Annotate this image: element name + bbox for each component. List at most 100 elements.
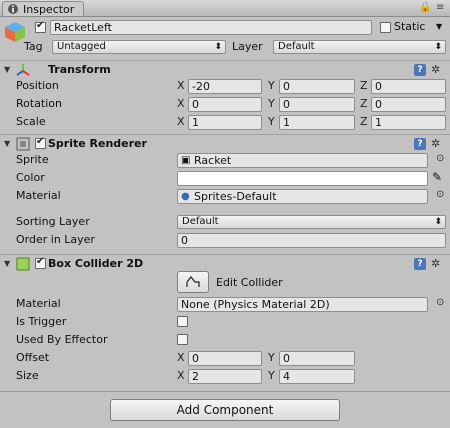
material-field[interactable]: ● Sprites-Default xyxy=(177,189,428,204)
component-title: Sprite Renderer xyxy=(48,137,147,150)
object-picker-icon[interactable]: ⊙ xyxy=(436,153,444,164)
tag-value: Untagged xyxy=(57,41,106,52)
transform-header[interactable]: ▼ Transform ? ✲ xyxy=(0,60,450,79)
gameobject-header: RacketLeft Static ▼ Tag Untagged ⬍ Layer… xyxy=(0,17,450,59)
order-in-layer-field[interactable]: 0 xyxy=(177,233,446,248)
chevron-icon: ⬍ xyxy=(434,217,442,227)
box-collider-header[interactable]: ▼ Box Collider 2D ? ✲ xyxy=(0,254,450,273)
size-x-field[interactable]: 2 xyxy=(188,369,262,384)
object-picker-icon[interactable]: ⊙ xyxy=(436,189,444,200)
divider xyxy=(0,391,450,392)
chevron-icon: ⬍ xyxy=(214,42,222,52)
layer-value: Default xyxy=(278,41,315,52)
axis-y-label: Y xyxy=(268,97,275,110)
sorting-layer-label: Sorting Layer xyxy=(16,215,90,228)
gear-icon[interactable]: ✲ xyxy=(431,257,440,270)
layer-dropdown[interactable]: Default ⬍ xyxy=(273,40,446,54)
tab-inspector[interactable]: Inspector xyxy=(2,1,84,16)
axis-z-label: Z xyxy=(360,115,368,128)
menu-icon[interactable]: ≡ xyxy=(436,2,444,13)
add-component-button[interactable]: Add Component xyxy=(110,399,340,421)
foldout-arrow-icon[interactable]: ▼ xyxy=(4,65,10,74)
material-value: Sprites-Default xyxy=(194,190,277,203)
sorting-layer-dropdown[interactable]: Default ⬍ xyxy=(177,215,446,229)
used-by-effector-checkbox[interactable] xyxy=(177,334,188,345)
position-y-field[interactable]: 0 xyxy=(279,79,355,94)
component-title: Transform xyxy=(48,63,111,76)
foldout-arrow-icon[interactable]: ▼ xyxy=(4,259,10,268)
size-y-field[interactable]: 4 xyxy=(279,369,355,384)
offset-y-field[interactable]: 0 xyxy=(279,351,355,366)
axis-y-label: Y xyxy=(268,79,275,92)
axis-x-label: X xyxy=(177,351,185,364)
help-icon[interactable]: ? xyxy=(414,258,426,270)
transform-icon xyxy=(16,64,30,76)
axis-z-label: Z xyxy=(360,79,368,92)
material-label: Material xyxy=(16,189,61,202)
info-icon xyxy=(8,4,18,14)
axis-y-label: Y xyxy=(268,351,275,364)
offset-label: Offset xyxy=(16,351,50,364)
used-by-effector-label: Used By Effector xyxy=(16,333,108,346)
sprite-renderer-header[interactable]: ▼ Sprite Renderer ? ✲ xyxy=(0,134,450,153)
sprite-value: Racket xyxy=(194,154,232,167)
offset-x-field[interactable]: 0 xyxy=(188,351,262,366)
sprite-asset-icon: ▣ xyxy=(181,155,191,166)
sorting-layer-value: Default xyxy=(182,216,219,227)
gear-icon[interactable]: ✲ xyxy=(431,137,440,150)
inspector-titlebar: Inspector 🔒 ≡ xyxy=(0,0,450,17)
tag-dropdown[interactable]: Untagged ⬍ xyxy=(52,40,226,54)
rotation-label: Rotation xyxy=(16,97,63,110)
static-label: Static xyxy=(394,20,426,33)
box-collider-enabled-checkbox[interactable] xyxy=(35,256,46,269)
sprite-label: Sprite xyxy=(16,153,49,166)
size-label: Size xyxy=(16,369,39,382)
edit-collider-button[interactable] xyxy=(177,271,209,293)
is-trigger-checkbox[interactable] xyxy=(177,316,188,327)
color-label: Color xyxy=(16,171,45,184)
edit-collider-label: Edit Collider xyxy=(216,276,283,289)
sprite-renderer-enabled-checkbox[interactable] xyxy=(35,136,46,149)
help-icon[interactable]: ? xyxy=(414,138,426,150)
name-field[interactable]: RacketLeft xyxy=(50,20,372,35)
axis-x-label: X xyxy=(177,97,185,110)
component-title: Box Collider 2D xyxy=(48,257,144,270)
sprite-renderer-icon xyxy=(16,137,30,151)
box-collider-icon xyxy=(16,257,30,271)
color-field[interactable] xyxy=(177,171,428,186)
scale-z-field[interactable]: 1 xyxy=(371,115,446,130)
material-asset-icon: ● xyxy=(181,191,190,202)
collider-material-label: Material xyxy=(16,297,61,310)
rotation-x-field[interactable]: 0 xyxy=(188,97,262,112)
is-trigger-label: Is Trigger xyxy=(16,315,67,328)
lock-icon[interactable]: 🔒 xyxy=(419,2,431,13)
cube-icon xyxy=(5,22,25,42)
axis-x-label: X xyxy=(177,115,185,128)
axis-x-label: X xyxy=(177,79,185,92)
chevron-icon: ⬍ xyxy=(434,42,442,52)
scale-label: Scale xyxy=(16,115,46,128)
position-x-field[interactable]: -20 xyxy=(188,79,262,94)
help-icon[interactable]: ? xyxy=(414,64,426,76)
axis-z-label: Z xyxy=(360,97,368,110)
sprite-field[interactable]: ▣ Racket xyxy=(177,153,428,168)
static-dropdown-arrow-icon[interactable]: ▼ xyxy=(436,22,442,31)
edit-collider-icon xyxy=(186,276,200,287)
tab-label: Inspector xyxy=(23,3,75,16)
eyedropper-icon[interactable]: ✎ xyxy=(432,170,442,184)
gear-icon[interactable]: ✲ xyxy=(431,63,440,76)
active-checkbox[interactable] xyxy=(35,20,46,33)
static-checkbox[interactable] xyxy=(380,22,391,33)
rotation-z-field[interactable]: 0 xyxy=(371,97,446,112)
axis-y-label: Y xyxy=(268,369,275,382)
scale-y-field[interactable]: 1 xyxy=(279,115,355,130)
foldout-arrow-icon[interactable]: ▼ xyxy=(4,139,10,148)
layer-label: Layer xyxy=(232,40,263,53)
rotation-y-field[interactable]: 0 xyxy=(279,97,355,112)
position-z-field[interactable]: 0 xyxy=(371,79,446,94)
object-picker-icon[interactable]: ⊙ xyxy=(436,297,444,308)
scale-x-field[interactable]: 1 xyxy=(188,115,262,130)
physics-material-field[interactable]: None (Physics Material 2D) xyxy=(177,297,428,312)
order-in-layer-label: Order in Layer xyxy=(16,233,95,246)
axis-y-label: Y xyxy=(268,115,275,128)
